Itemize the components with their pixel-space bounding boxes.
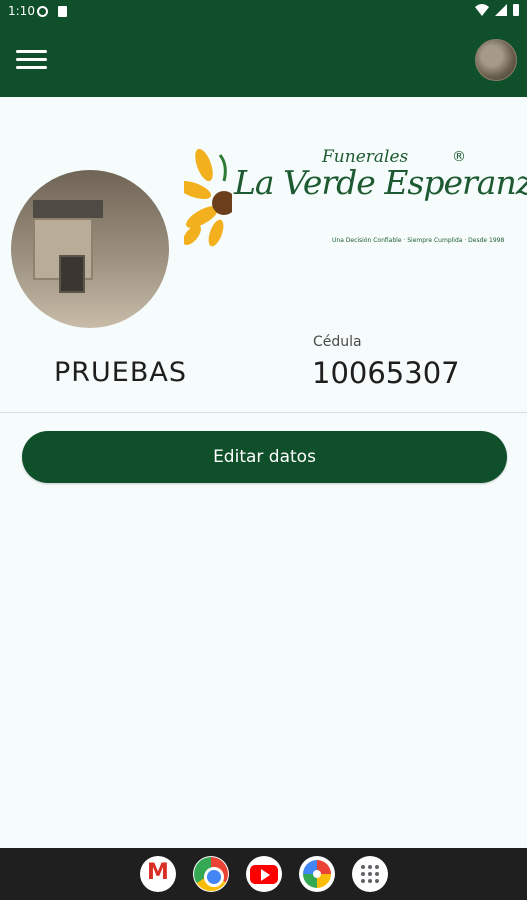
hamburger-menu-icon[interactable] [16, 50, 48, 72]
cedula-label: Cédula [313, 334, 362, 350]
app-drawer-icon[interactable] [352, 856, 388, 892]
wifi-icon [475, 4, 489, 16]
app-bar [0, 24, 527, 97]
profile-screen: Funerales La Verde Esperanza ® Una Decis… [0, 97, 527, 848]
logo-tagline: Una Decisión Confiable · Siempre Cumplid… [332, 237, 505, 244]
status-time: 1:10 [8, 4, 35, 18]
photos-icon[interactable] [299, 856, 335, 892]
signal-icon [495, 4, 507, 16]
system-nav-bar [0, 848, 527, 900]
profile-photo [11, 170, 169, 328]
sunflower-icon [184, 148, 232, 247]
app-dock [140, 856, 388, 892]
gmail-icon[interactable] [140, 856, 176, 892]
status-right-icons [475, 4, 519, 16]
avatar[interactable] [475, 39, 517, 81]
status-bar: 1:10 [0, 0, 527, 24]
youtube-icon[interactable] [246, 856, 282, 892]
chrome-icon[interactable] [193, 856, 229, 892]
company-logo: Funerales La Verde Esperanza ® Una Decis… [184, 145, 527, 253]
user-name: PRUEBAS [54, 357, 187, 388]
cedula-value: 10065307 [312, 356, 460, 390]
registered-mark: ® [452, 149, 466, 165]
sim-card-icon [58, 6, 67, 17]
divider [0, 412, 527, 413]
do-not-disturb-icon [37, 6, 48, 17]
battery-icon [513, 4, 519, 16]
edit-data-button[interactable]: Editar datos [22, 431, 507, 483]
logo-title: La Verde Esperanza [234, 163, 527, 202]
